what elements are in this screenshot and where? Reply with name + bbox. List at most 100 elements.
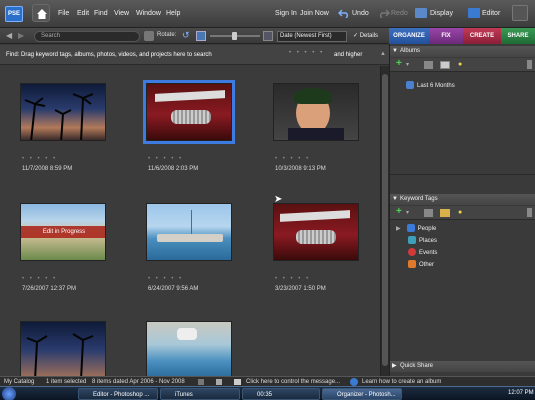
editor-button[interactable]: Editor: [482, 10, 500, 17]
edit-icon[interactable]: [424, 209, 433, 217]
places-tag-icon: [408, 236, 416, 245]
organize-panel: ▼ Albums + ▾ ● Last 6 Months ▼ Keyword T…: [389, 44, 535, 376]
add-icon[interactable]: +: [396, 59, 402, 69]
rotate-left-icon[interactable]: ↺: [182, 31, 190, 40]
home-button[interactable]: [32, 4, 50, 22]
rating-stars[interactable]: • • • • •: [148, 276, 183, 282]
keyword-tag-people[interactable]: ▶ People: [396, 224, 436, 234]
higher-label: and higher: [334, 52, 363, 58]
zoom-slider-handle[interactable]: [232, 32, 237, 40]
home-icon: [37, 9, 47, 19]
scrollbar-thumb[interactable]: [382, 74, 388, 366]
rating-stars[interactable]: • • • • •: [275, 276, 310, 282]
status-bar: My Catalog 1 item selected 8 items dated…: [0, 376, 535, 386]
edit-icon[interactable]: [424, 61, 433, 69]
menu-window[interactable]: Window: [136, 10, 161, 17]
tab-create[interactable]: CREATE: [463, 28, 501, 44]
photo-thumbnail[interactable]: [146, 321, 232, 376]
add-icon[interactable]: +: [396, 207, 402, 217]
keyword-tag-other[interactable]: Other: [402, 260, 434, 270]
undo-icon[interactable]: [338, 9, 350, 19]
albums-title: Albums: [400, 48, 421, 54]
keyword-tags-header[interactable]: ▼ Keyword Tags: [390, 194, 535, 205]
collapse-arrow-icon[interactable]: ▲: [380, 51, 386, 57]
album-item[interactable]: Last 6 Months: [404, 81, 455, 91]
start-button-icon[interactable]: [2, 387, 16, 400]
albums-toolbar: + ▾ ●: [390, 58, 535, 72]
photo-thumbnail[interactable]: [146, 203, 232, 261]
photo-thumbnail-selected[interactable]: [143, 80, 235, 144]
help-icon: [350, 378, 358, 386]
search-input[interactable]: Search: [34, 31, 140, 42]
rating-stars[interactable]: • • • • •: [22, 276, 57, 282]
taskbar-editor[interactable]: Editor - Photoshop ...: [78, 388, 158, 400]
app-logo: PSE: [5, 6, 23, 22]
rating-filter[interactable]: • • • • •: [289, 50, 324, 56]
find-bar-text: Find: Drag keyword tags, albums, photos,…: [6, 52, 212, 58]
keyword-tags-toolbar: + ▾ ●: [390, 206, 535, 220]
redo-button[interactable]: Redo: [391, 10, 408, 17]
tab-organize[interactable]: ORGANIZE: [389, 28, 429, 44]
taskbar-timer[interactable]: 00:35: [242, 388, 320, 400]
menu-view[interactable]: View: [114, 10, 129, 17]
timeline-icon[interactable]: [198, 379, 204, 385]
undo-button[interactable]: Undo: [352, 10, 369, 17]
dropdown-arrow-icon[interactable]: ▾: [406, 209, 409, 216]
photo-thumbnail[interactable]: [273, 83, 359, 141]
details-checkbox[interactable]: ✓ Details: [353, 31, 378, 41]
details-label: Details: [359, 33, 379, 39]
menu-file[interactable]: File: [58, 10, 69, 17]
rating-stars[interactable]: • • • • •: [148, 156, 183, 162]
photo-thumbnail[interactable]: [20, 321, 106, 376]
edit-photos-icon[interactable]: [512, 5, 528, 21]
back-arrow-icon[interactable]: ◀: [6, 32, 12, 40]
info-icon[interactable]: [216, 379, 222, 385]
expand-arrow-icon: ▶: [396, 226, 401, 232]
albums-header[interactable]: ▼ Albums: [390, 46, 535, 57]
message-icon[interactable]: [234, 379, 241, 385]
join-now-link[interactable]: Join Now: [300, 10, 329, 17]
quick-share-header[interactable]: ▶ Quick Share: [390, 361, 535, 372]
display-button[interactable]: Display: [430, 10, 453, 17]
lightbulb-icon[interactable]: ●: [458, 61, 462, 68]
photo-thumbnail[interactable]: [20, 83, 106, 141]
check-icon: ✓: [353, 33, 360, 39]
mouse-cursor: ➤: [274, 194, 283, 205]
dropdown-arrow-icon[interactable]: ▾: [406, 61, 409, 68]
forward-arrow-icon[interactable]: ▶: [18, 32, 24, 40]
sign-in-link[interactable]: Sign In: [275, 10, 297, 17]
photo-thumbnail[interactable]: Edit in Progress: [20, 203, 106, 261]
menu-find[interactable]: Find: [94, 10, 108, 17]
menu-bar: PSE File Edit Find View Window Help Sign…: [0, 0, 535, 28]
rating-stars[interactable]: • • • • •: [22, 156, 57, 162]
tab-share[interactable]: SHARE: [501, 28, 535, 44]
rotate-label: Rotate:: [157, 32, 177, 38]
taskbar-organizer[interactable]: Organizer - Photosh...: [322, 388, 402, 400]
events-tag-icon: [408, 248, 416, 257]
album-icon[interactable]: [440, 61, 450, 69]
panel-tabs: ORGANIZE FIX CREATE SHARE: [389, 28, 535, 44]
clock: 12:07 PM: [508, 390, 534, 396]
search-options-icon[interactable]: [144, 31, 154, 41]
thumbnail-view-icon[interactable]: [196, 31, 206, 41]
find-bar[interactable]: Find: Drag keyword tags, albums, photos,…: [0, 45, 389, 65]
keyword-tag-events[interactable]: Events: [402, 248, 437, 258]
tag-icon[interactable]: [440, 209, 450, 217]
grid-scrollbar[interactable]: [380, 66, 389, 376]
keyword-tag-places[interactable]: Places: [402, 236, 437, 246]
large-view-icon[interactable]: [263, 31, 273, 41]
photo-date: 6/24/2007 9:56 AM: [148, 286, 199, 292]
photo-thumbnail[interactable]: [273, 203, 359, 261]
photo-date: 11/7/2008 8:59 PM: [22, 166, 73, 172]
sort-select[interactable]: Date (Newest First): [277, 31, 347, 42]
menu-help[interactable]: Help: [166, 10, 180, 17]
menu-edit[interactable]: Edit: [77, 10, 89, 17]
panel-options-icon[interactable]: [527, 60, 532, 69]
editor-icon: [468, 8, 480, 18]
tab-fix[interactable]: FIX: [429, 28, 463, 44]
taskbar-itunes[interactable]: iTunes: [160, 388, 240, 400]
panel-options-icon[interactable]: [527, 208, 532, 217]
lightbulb-icon[interactable]: ●: [458, 209, 462, 216]
rating-stars[interactable]: • • • • •: [275, 156, 310, 162]
quick-share-title: Quick Share: [400, 363, 434, 369]
